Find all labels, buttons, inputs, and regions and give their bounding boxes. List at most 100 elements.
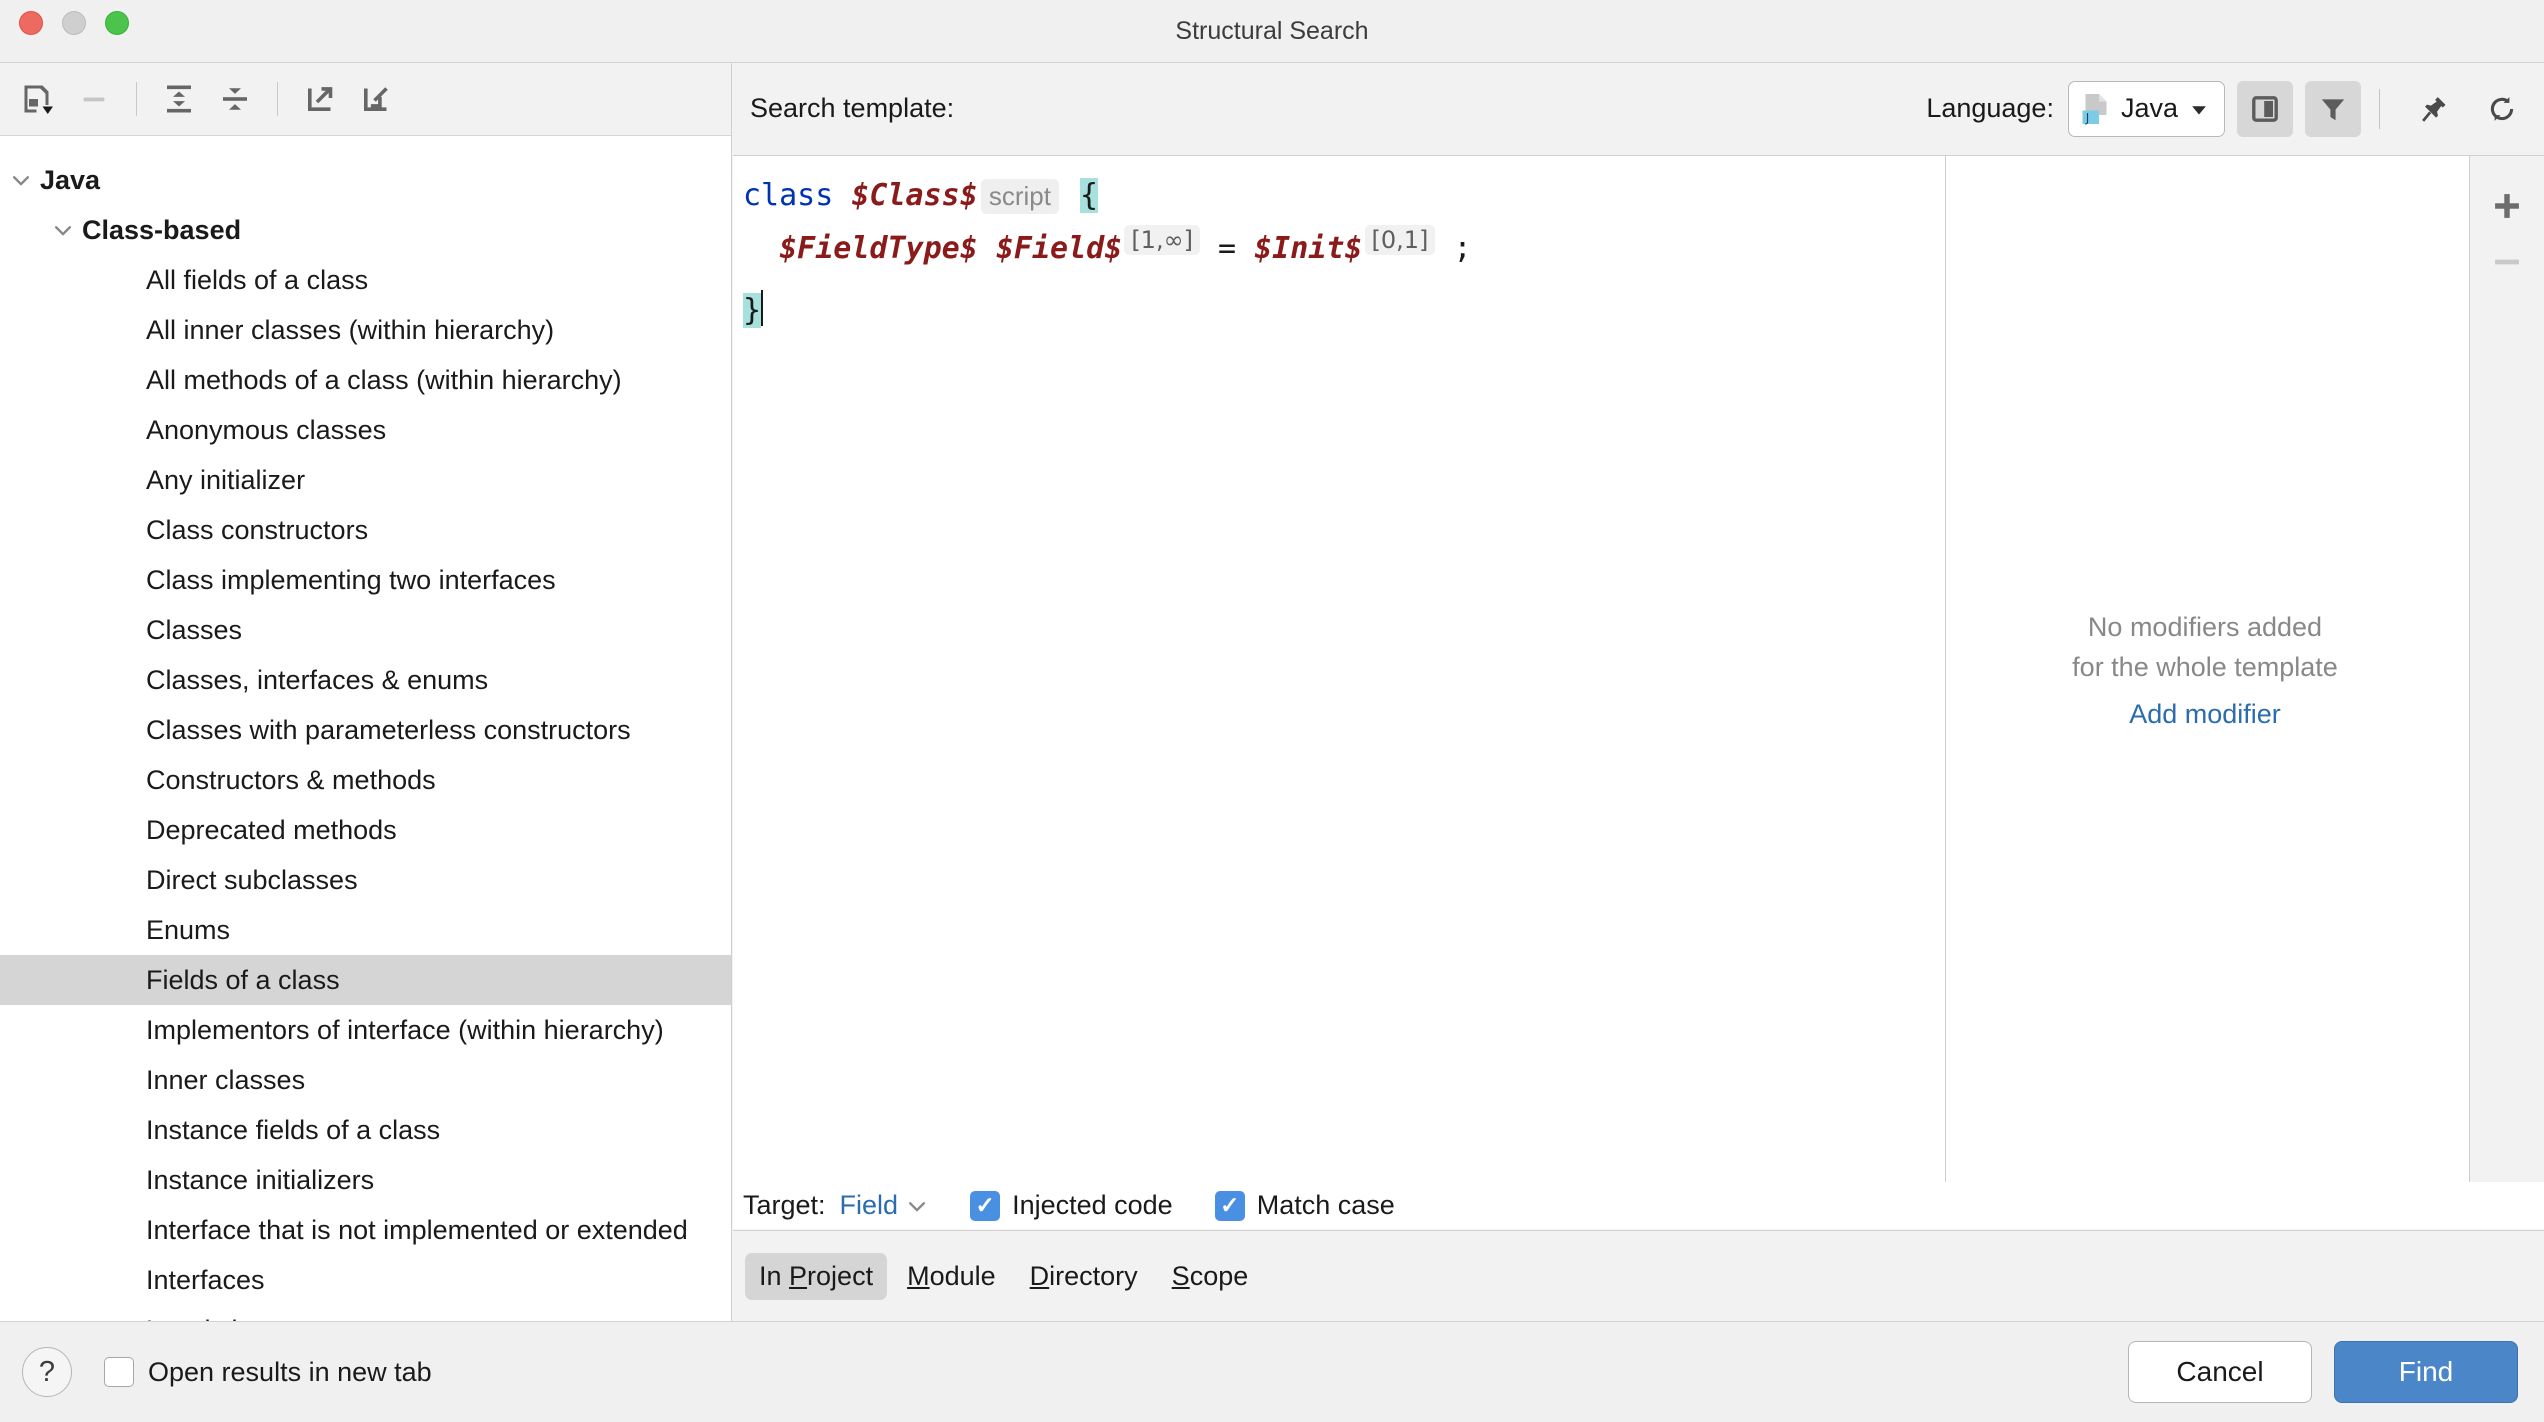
tree-row[interactable]: Anonymous classes [0,405,731,455]
scope-tab-module[interactable]: Module [893,1253,1010,1300]
code-count-init[interactable]: [0,1] [1364,225,1436,255]
code-badge-script[interactable]: script [980,179,1059,214]
code-count-field[interactable]: [1,∞] [1124,225,1200,255]
pin-dialog-button[interactable] [2406,81,2462,137]
scope-tab-directory[interactable]: Directory [1016,1253,1152,1300]
scope-tab-mnemonic: P [789,1260,808,1291]
tree-row[interactable]: Any initializer [0,455,731,505]
tree-row-clipped [0,137,731,155]
code-close-brace: } [743,293,762,328]
tree-row[interactable]: Class constructors [0,505,731,555]
target-value-dropdown[interactable]: Field [840,1190,899,1221]
tree-item-label: Class constructors [146,514,369,545]
java-file-icon: J [2082,93,2107,124]
tree-row[interactable]: Interfaces [0,1255,731,1305]
tree-row[interactable]: All fields of a class [0,255,731,305]
code-equals: = [1218,231,1237,266]
tree-item-label: Constructors & methods [146,764,436,795]
tree-row[interactable]: All inner classes (within hierarchy) [0,305,731,355]
tree-row[interactable]: Enums [0,905,731,955]
modifier-empty-message: No modifiers added for the whole templat… [2072,608,2338,686]
footer-actions: Cancel Find [2128,1341,2544,1403]
chevron-down-icon[interactable] [8,167,34,193]
scope-tab-text-prefix: In [759,1260,790,1291]
tree-row[interactable]: Java [0,155,731,205]
scope-tab-in-project[interactable]: In Project [745,1252,888,1300]
tree-item-label: Inner classes [146,1064,306,1095]
language-value: Java [2120,93,2178,123]
tree-row[interactable]: All methods of a class (within hierarchy… [0,355,731,405]
templates-tree[interactable]: Java Class-based All fields of a class A… [0,137,731,1321]
toggle-filter-button[interactable] [2305,80,2361,137]
tree-row[interactable]: Constructors & methods [0,755,731,805]
tree-item-label: Fields of a class [146,964,340,995]
match-case-checkbox[interactable]: ✓ [1214,1190,1245,1221]
editor-area: class $Class$ script { $FieldType$ $Fiel… [733,155,2544,1182]
tree-item-label: Classes [146,614,243,645]
import-icon [364,87,388,111]
tree-row[interactable]: Classes [0,605,731,655]
scope-tab-scope[interactable]: Scope [1158,1253,1263,1300]
save-dropdown-icon [24,85,53,114]
tree-item-label: All inner classes (within hierarchy) [146,314,555,345]
tree-row[interactable]: Classes with parameterless constructors [0,705,731,755]
tree-row[interactable]: Class implementing two interfaces [0,555,731,605]
expand-all-icon [167,85,191,113]
tree-row[interactable]: Interface that is not implemented or ext… [0,1205,731,1255]
tree-row[interactable]: Classes, interfaces & enums [0,655,731,705]
tree-row[interactable]: Inner classes [0,1055,731,1105]
toggle-modifier-panel-button[interactable] [2237,80,2293,137]
injected-code-label: Injected code [1012,1190,1173,1220]
tree-row[interactable]: Class-based [0,205,731,255]
expand-all-button[interactable] [151,71,207,127]
export-template-button[interactable] [292,71,348,127]
language-dropdown[interactable]: J Java [2067,80,2225,137]
import-template-button[interactable] [348,71,404,127]
modifier-empty-line1: No modifiers added [2087,612,2323,643]
tree-row[interactable]: Instance initializers [0,1155,731,1205]
tree-row[interactable]: Instance fields of a class [0,1105,731,1155]
add-modifier-link[interactable]: Add modifier [2129,699,2281,730]
scope-tab-mnemonic: M [907,1260,930,1291]
scope-tab-text-suffix: irectory [1049,1260,1138,1291]
modifier-side-toolbar [2469,156,2544,1182]
export-icon [308,87,333,111]
scope-tab-text-suffix: cope [1189,1260,1249,1291]
templates-toolbar [0,63,731,136]
tree-item-label: Deprecated methods [146,814,397,845]
help-button[interactable]: ? [22,1347,72,1397]
tree-row[interactable]: Local classes [0,1305,731,1322]
cancel-button[interactable]: Cancel [2128,1341,2312,1403]
filter-funnel-icon [2321,98,2345,120]
save-template-button[interactable] [10,71,66,127]
template-header: Search template: Language: J Java [733,63,2544,154]
search-template-panel: Search template: Language: J Java class … [733,63,2544,1321]
template-code-editor[interactable]: class $Class$ script { $FieldType$ $Fiel… [733,156,1946,1182]
code-open-brace: { [1080,178,1099,213]
tree-item-label: Interfaces [146,1264,265,1295]
tree-row-selected[interactable]: Fields of a class [0,955,731,1005]
chevron-down-icon[interactable] [50,217,76,243]
tree-item-label: Classes, interfaces & enums [146,664,489,695]
tree-row[interactable]: Deprecated methods [0,805,731,855]
add-modifier-button[interactable] [2479,178,2535,234]
scope-tab-text-suffix: roject [807,1260,874,1291]
target-label: Target: [743,1190,826,1220]
reset-template-button[interactable] [2474,81,2530,137]
structural-search-dialog: Structural Search Java Class-based All f… [0,0,2544,1422]
plus-icon [2495,194,2519,218]
tree-item-label: Java [40,164,101,195]
tree-item-label: Instance initializers [146,1164,375,1195]
chevron-down-icon[interactable] [906,1195,928,1217]
injected-code-checkbox[interactable]: ✓ [970,1190,1001,1221]
language-label: Language: [1926,93,2054,123]
tree-row[interactable]: Implementors of interface (within hierar… [0,1005,731,1055]
find-button[interactable]: Find [2334,1341,2518,1403]
tree-row[interactable]: Direct subclasses [0,855,731,905]
check-icon: ✓ [1220,1192,1240,1218]
open-results-new-tab-checkbox[interactable] [104,1357,134,1387]
modifier-empty-line2: for the whole template [2072,651,2338,682]
header-controls: Language: J Java [1926,80,2544,137]
open-results-new-tab-label: Open results in new tab [148,1356,432,1387]
collapse-all-button[interactable] [207,71,263,127]
